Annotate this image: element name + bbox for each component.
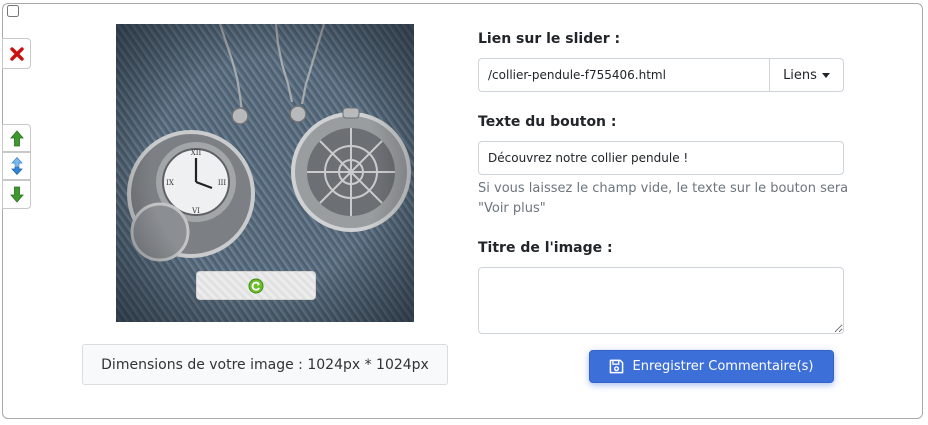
link-label: Lien sur le slider : — [478, 31, 621, 47]
link-input-group: Liens — [478, 58, 844, 92]
links-dropdown-button[interactable]: Liens — [769, 58, 844, 92]
button-text-label: Texte du bouton : — [478, 114, 617, 130]
button-text-input[interactable] — [478, 141, 844, 175]
image-title-label: Titre de l'image : — [478, 240, 613, 256]
move-up-down-button[interactable] — [2, 152, 31, 180]
arrow-up-icon — [9, 129, 24, 146]
button-text-help: Si vous laissez le champ vide, le texte … — [478, 181, 849, 216]
refresh-image-button[interactable] — [196, 271, 316, 300]
select-slide-checkbox[interactable] — [7, 5, 19, 17]
arrow-down-icon — [9, 186, 24, 203]
move-up-button[interactable] — [2, 124, 31, 152]
link-input[interactable] — [478, 58, 769, 92]
arrow-up-down-icon — [10, 157, 23, 175]
floppy-disk-icon — [610, 359, 624, 374]
save-button-label: Enregistrer Commentaire(s) — [632, 359, 814, 374]
image-title-textarea[interactable] — [478, 267, 844, 334]
links-button-label: Liens — [783, 67, 817, 83]
close-icon — [9, 46, 24, 61]
delete-slide-button[interactable] — [2, 38, 31, 69]
move-down-button[interactable] — [2, 180, 31, 209]
save-comments-button[interactable]: Enregistrer Commentaire(s) — [589, 350, 834, 383]
refresh-icon — [248, 278, 264, 293]
caret-down-icon — [821, 72, 830, 78]
image-dimensions: Dimensions de votre image : 1024px * 102… — [82, 344, 448, 385]
